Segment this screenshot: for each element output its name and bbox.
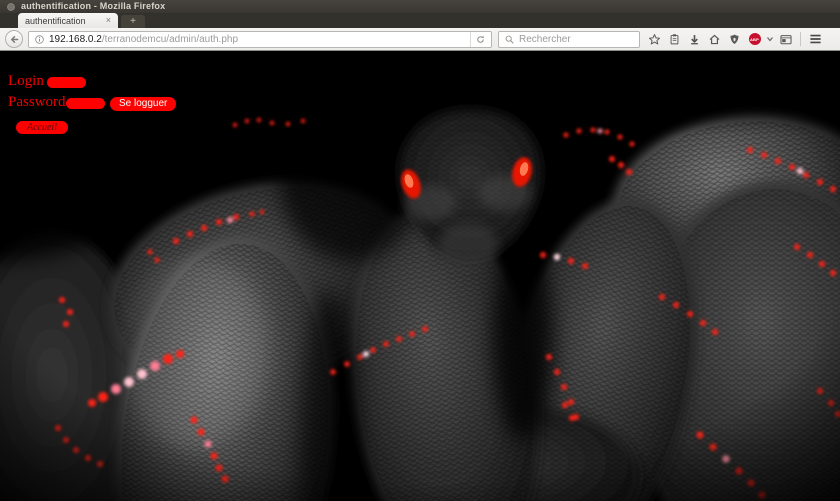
navigation-toolbar: 192.168.0.2/terranodemcu/admin/auth.php …	[0, 28, 840, 51]
login-label: Login :	[8, 74, 52, 89]
home-link-button[interactable]: Accueil	[16, 121, 68, 134]
firefox-page-icon	[7, 3, 15, 11]
url-path: /terranodemcu/admin/auth.php	[102, 34, 238, 45]
abp-label: ABP	[750, 37, 759, 42]
frames-icon	[779, 33, 793, 46]
star-icon	[648, 33, 661, 46]
page-content: Login : Password : Se logguer Accueil	[0, 51, 840, 501]
chevron-down-icon[interactable]	[766, 35, 774, 43]
snake-background-image	[0, 51, 840, 501]
window-title: authentification - Mozilla Firefox	[21, 0, 165, 13]
security-shield-button[interactable]	[726, 31, 743, 48]
browser-window: authentification - Mozilla Firefox authe…	[0, 0, 840, 501]
adblock-button[interactable]: ABP	[746, 31, 763, 48]
new-tab-button[interactable]: +	[121, 15, 145, 28]
tab-label: authentification	[25, 16, 102, 26]
reload-button[interactable]	[470, 32, 486, 47]
tab-close-icon[interactable]: ×	[106, 16, 111, 25]
bookmark-star-button[interactable]	[646, 31, 663, 48]
abp-red-circle-icon: ABP	[749, 33, 761, 45]
reload-icon	[475, 34, 486, 45]
frames-button[interactable]	[777, 31, 794, 48]
password-label: Password :	[8, 95, 73, 110]
login-input[interactable]	[47, 77, 86, 88]
clipboard-icon	[668, 33, 681, 46]
home-icon	[708, 33, 721, 46]
toolbar-actions: ABP	[646, 31, 824, 48]
tab-bar: authentification × +	[0, 13, 840, 28]
downloads-button[interactable]	[686, 31, 703, 48]
download-arrow-icon	[688, 33, 701, 46]
back-button[interactable]	[5, 30, 23, 48]
app-menu-button[interactable]	[807, 31, 824, 48]
password-input[interactable]	[66, 98, 105, 109]
back-arrow-icon	[9, 34, 20, 45]
search-placeholder: Rechercher	[519, 34, 571, 45]
url-text: 192.168.0.2/terranodemcu/admin/auth.php	[49, 34, 466, 45]
login-submit-button[interactable]: Se logguer	[110, 97, 176, 111]
url-host: 192.168.0.2	[49, 34, 102, 45]
home-button[interactable]	[706, 31, 723, 48]
search-icon	[504, 34, 515, 45]
hamburger-menu-icon	[809, 33, 822, 45]
toolbar-separator	[800, 32, 801, 46]
shield-icon	[728, 33, 741, 46]
url-bar[interactable]: 192.168.0.2/terranodemcu/admin/auth.php	[28, 31, 492, 48]
window-titlebar: authentification - Mozilla Firefox	[0, 0, 840, 13]
bookmarks-menu-button[interactable]	[666, 31, 683, 48]
search-bar[interactable]: Rechercher	[498, 31, 640, 48]
tab-authentification[interactable]: authentification ×	[18, 13, 118, 28]
site-info-icon[interactable]	[34, 34, 45, 45]
